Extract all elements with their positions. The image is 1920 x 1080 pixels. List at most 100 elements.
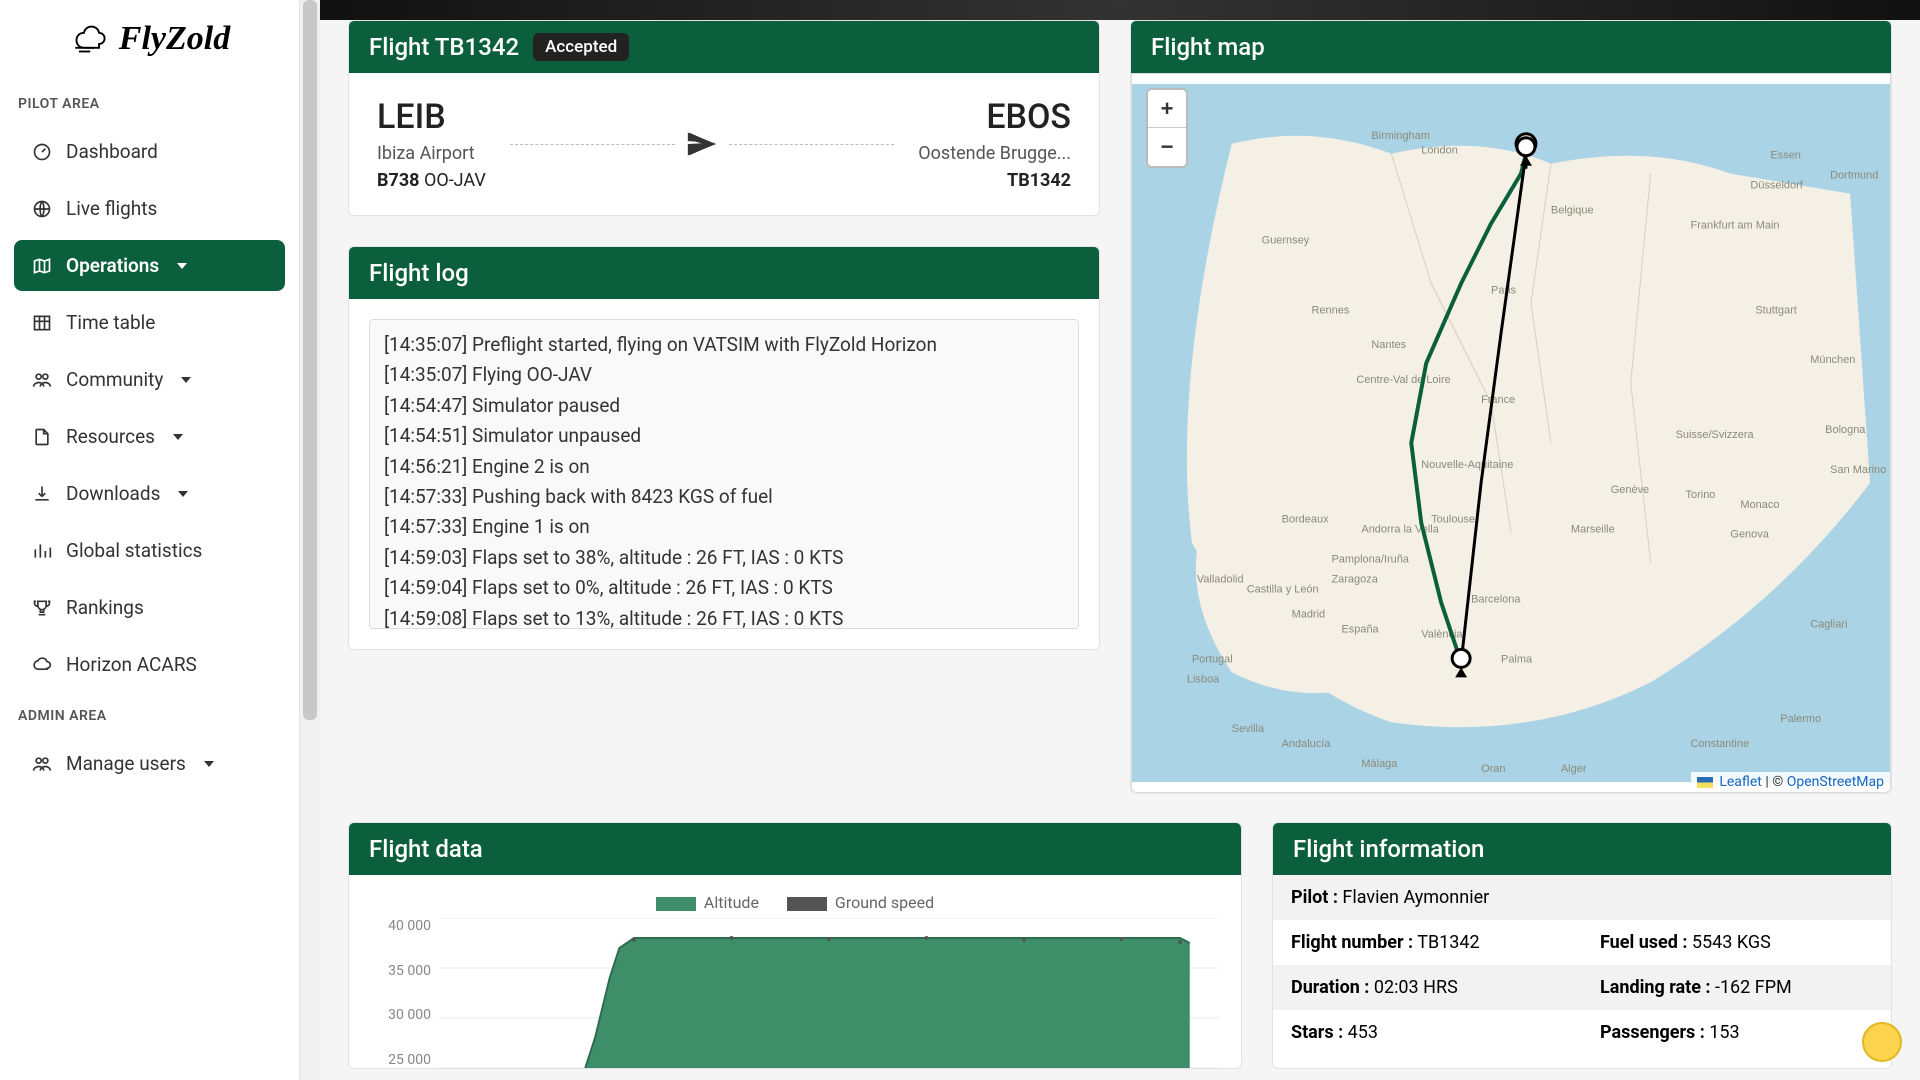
chevron-down-icon bbox=[181, 377, 191, 383]
callsign: TB1342 bbox=[918, 170, 1071, 191]
nav-label: Time table bbox=[66, 311, 155, 334]
nav-timetable[interactable]: Time table bbox=[14, 297, 285, 348]
nav-label: Rankings bbox=[66, 596, 144, 619]
nav-live-flights[interactable]: Live flights bbox=[14, 183, 285, 234]
flight-title: Flight TB1342 bbox=[369, 33, 519, 61]
arrival-block: EBOS Oostende Brugge... TB1342 bbox=[918, 97, 1071, 191]
legend-altitude: Altitude bbox=[656, 893, 759, 912]
svg-text:Alger: Alger bbox=[1561, 763, 1587, 775]
svg-text:Suisse/Svizzera: Suisse/Svizzera bbox=[1676, 429, 1755, 441]
flight-map-card: Flight map bbox=[1130, 20, 1892, 794]
svg-text:Lisboa: Lisboa bbox=[1187, 673, 1220, 685]
help-floating-button[interactable] bbox=[1862, 1022, 1902, 1062]
arr-name: Oostende Brugge... bbox=[918, 143, 1071, 164]
nav-dashboard[interactable]: Dashboard bbox=[14, 126, 285, 177]
sidebar: FlyZold PILOT AREA Dashboard Live flight… bbox=[0, 0, 300, 1080]
chart-legend: Altitude Ground speed bbox=[371, 893, 1219, 912]
svg-text:Palermo: Palermo bbox=[1780, 713, 1821, 725]
log-line: [14:57:33] Pushing back with 8423 KGS of… bbox=[384, 482, 1064, 512]
chevron-down-icon bbox=[204, 761, 214, 767]
svg-text:Sevilla: Sevilla bbox=[1232, 723, 1265, 735]
chart-plot[interactable]: 40 000 35 000 30 000 25 000 bbox=[371, 918, 1219, 1068]
flight-data-header: Flight data bbox=[349, 823, 1241, 875]
file-icon bbox=[32, 427, 52, 447]
chart-svg bbox=[439, 918, 1219, 1068]
svg-text:Essen: Essen bbox=[1770, 150, 1801, 162]
osm-link[interactable]: OpenStreetMap bbox=[1787, 774, 1884, 790]
svg-text:Centre-Val de Loire: Centre-Val de Loire bbox=[1356, 374, 1450, 386]
svg-text:Portugal: Portugal bbox=[1192, 653, 1233, 665]
info-row-flight-fuel: Flight number : TB1342 Fuel used : 5543 … bbox=[1273, 920, 1891, 965]
log-line: [14:59:08] Flaps set to 13%, altitude : … bbox=[384, 604, 1064, 629]
bar-chart-icon bbox=[32, 541, 52, 561]
arr-icao: EBOS bbox=[918, 97, 1071, 137]
nav-global-stats[interactable]: Global statistics bbox=[14, 525, 285, 576]
nav-label: Live flights bbox=[66, 197, 157, 220]
nav-label: Resources bbox=[66, 425, 155, 448]
flight-summary-header: Flight TB1342 Accepted bbox=[349, 21, 1099, 73]
leaflet-map[interactable]: LondonBirmingham BelgiqueFrankfurt am Ma… bbox=[1131, 73, 1891, 793]
svg-text:Düsseldorf: Düsseldorf bbox=[1750, 180, 1803, 192]
svg-text:München: München bbox=[1810, 354, 1855, 366]
svg-text:Belgique: Belgique bbox=[1551, 205, 1594, 217]
nav-horizon-acars[interactable]: Horizon ACARS bbox=[14, 639, 285, 690]
log-line: [14:35:07] Flying OO-JAV bbox=[384, 360, 1064, 390]
flight-log-textarea[interactable]: [14:35:07] Preflight started, flying on … bbox=[369, 319, 1079, 629]
aircraft-info: B738 OO-JAV bbox=[377, 170, 486, 191]
scrollbar-thumb[interactable] bbox=[303, 0, 317, 720]
log-line: [14:57:33] Engine 1 is on bbox=[384, 512, 1064, 542]
svg-text:Paris: Paris bbox=[1491, 284, 1517, 296]
nav-downloads[interactable]: Downloads bbox=[14, 468, 285, 519]
svg-text:Marseille: Marseille bbox=[1571, 524, 1615, 536]
log-line: [14:56:21] Engine 2 is on bbox=[384, 452, 1064, 482]
svg-text:Cagliari: Cagliari bbox=[1810, 618, 1847, 630]
section-pilot-area: PILOT AREA bbox=[14, 88, 285, 120]
nav-manage-users[interactable]: Manage users bbox=[14, 738, 285, 789]
map-icon bbox=[32, 256, 52, 276]
svg-text:Málaga: Málaga bbox=[1361, 758, 1398, 770]
svg-text:San Marino: San Marino bbox=[1830, 464, 1886, 476]
info-row-pilot: Pilot : Flavien Aymonnier bbox=[1273, 875, 1891, 920]
nav-rankings[interactable]: Rankings bbox=[14, 582, 285, 633]
svg-text:Nantes: Nantes bbox=[1371, 339, 1406, 351]
log-line: [14:59:04] Flaps set to 0%, altitude : 2… bbox=[384, 573, 1064, 603]
zoom-out-button[interactable]: − bbox=[1148, 128, 1186, 166]
svg-text:València: València bbox=[1421, 628, 1463, 640]
svg-text:Bologna: Bologna bbox=[1825, 424, 1866, 436]
svg-text:France: France bbox=[1481, 394, 1515, 406]
svg-text:Monaco: Monaco bbox=[1740, 499, 1779, 511]
table-icon bbox=[32, 313, 52, 333]
brand-name: FlyZold bbox=[119, 20, 230, 58]
dep-name: Ibiza Airport bbox=[377, 143, 486, 164]
svg-text:Zaragoza: Zaragoza bbox=[1331, 574, 1378, 586]
hero-banner bbox=[320, 0, 1920, 20]
svg-text:Guernsey: Guernsey bbox=[1262, 235, 1310, 247]
chevron-down-icon bbox=[177, 263, 187, 269]
chevron-down-icon bbox=[173, 434, 183, 440]
nav-operations[interactable]: Operations bbox=[14, 240, 285, 291]
airplane-icon bbox=[685, 127, 719, 161]
gauge-icon bbox=[32, 142, 52, 162]
log-line: [14:35:07] Preflight started, flying on … bbox=[384, 330, 1064, 360]
nav-label: Operations bbox=[66, 254, 159, 277]
svg-text:London: London bbox=[1421, 145, 1458, 157]
brand-logo[interactable]: FlyZold bbox=[14, 20, 285, 58]
svg-text:Palma: Palma bbox=[1501, 653, 1533, 665]
globe-icon bbox=[32, 199, 52, 219]
flight-info-card: Flight information Pilot : Flavien Aymon… bbox=[1272, 822, 1892, 1069]
svg-text:Andorra la Vella: Andorra la Vella bbox=[1361, 524, 1439, 536]
map-canvas: LondonBirmingham BelgiqueFrankfurt am Ma… bbox=[1132, 74, 1890, 792]
svg-text:España: España bbox=[1341, 623, 1379, 635]
svg-text:Valladolid: Valladolid bbox=[1197, 574, 1244, 586]
nav-resources[interactable]: Resources bbox=[14, 411, 285, 462]
svg-text:Madrid: Madrid bbox=[1292, 609, 1326, 621]
nav-community[interactable]: Community bbox=[14, 354, 285, 405]
zoom-in-button[interactable]: + bbox=[1148, 90, 1186, 128]
main-content: Flight TB1342 Accepted LEIB Ibiza Airpor… bbox=[320, 0, 1920, 1080]
svg-text:Pamplona/Iruña: Pamplona/Iruña bbox=[1331, 554, 1409, 566]
leaflet-link[interactable]: Leaflet bbox=[1719, 774, 1762, 790]
flight-summary-card: Flight TB1342 Accepted LEIB Ibiza Airpor… bbox=[348, 20, 1100, 216]
map-zoom-control: + − bbox=[1146, 88, 1188, 168]
sidebar-scrollbar[interactable] bbox=[300, 0, 320, 1080]
ukraine-flag-icon bbox=[1697, 777, 1713, 788]
